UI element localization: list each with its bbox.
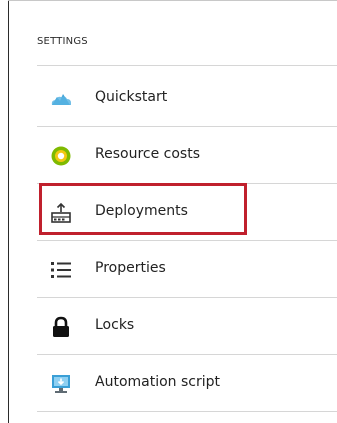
menu-item-deployments[interactable]: Deployments bbox=[37, 184, 337, 241]
menu-item-automation-script-label: Automation script bbox=[95, 374, 221, 390]
menu-item-properties[interactable]: Properties bbox=[37, 241, 337, 298]
quickstart-cloud-icon bbox=[50, 88, 72, 110]
menu-item-properties-label: Properties bbox=[95, 260, 166, 276]
menu-item-resource-costs[interactable]: Resource costs bbox=[37, 127, 337, 184]
settings-section-header: SETTINGS bbox=[37, 36, 88, 47]
menu-item-deployments-label: Deployments bbox=[95, 203, 188, 219]
menu-item-automation-script[interactable]: Automation script bbox=[37, 355, 337, 412]
menu-item-resource-costs-label: Resource costs bbox=[95, 146, 200, 162]
menu-item-quickstart-label: Quickstart bbox=[95, 89, 168, 105]
settings-panel: SETTINGS Quickstart Resource costs Deplo… bbox=[0, 0, 337, 423]
panel-top-border bbox=[8, 0, 337, 1]
menu-item-locks-label: Locks bbox=[95, 317, 135, 333]
deployments-icon bbox=[50, 202, 72, 224]
properties-list-icon bbox=[50, 259, 72, 281]
lock-icon bbox=[50, 316, 72, 338]
panel-left-border bbox=[8, 0, 9, 423]
header-divider bbox=[37, 65, 337, 66]
menu-item-locks[interactable]: Locks bbox=[37, 298, 337, 355]
menu-item-quickstart[interactable]: Quickstart bbox=[37, 70, 337, 127]
automation-script-icon bbox=[50, 373, 72, 395]
resource-costs-icon bbox=[50, 145, 72, 167]
